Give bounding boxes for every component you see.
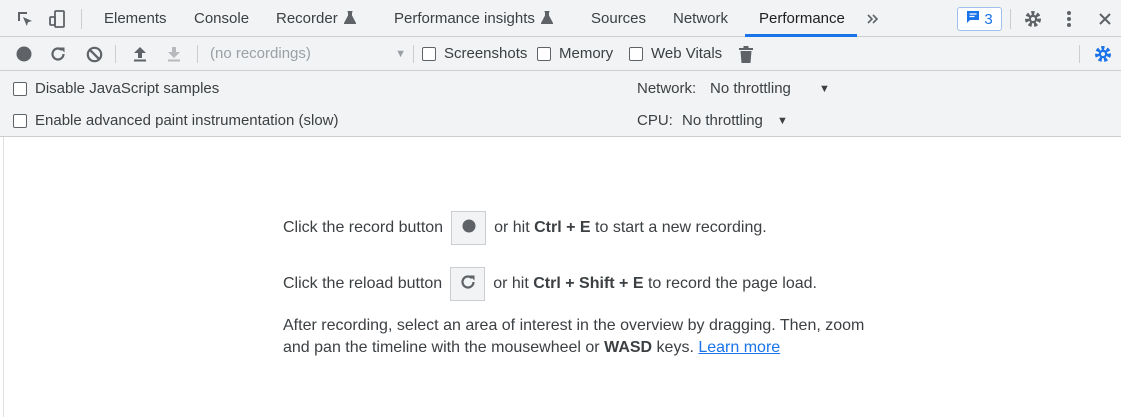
divider: [1079, 45, 1080, 63]
tab-elements[interactable]: Elements: [104, 0, 167, 37]
experiment-flask-icon: [343, 1, 356, 39]
message-icon: [966, 10, 980, 28]
checkbox-box[interactable]: [537, 46, 551, 61]
tab-performance[interactable]: Performance: [759, 0, 845, 37]
record-icon[interactable]: [13, 43, 35, 65]
issues-badge[interactable]: 3: [957, 7, 1002, 31]
network-throttle-label: Network:: [637, 80, 697, 97]
capture-settings-pane: Disable JavaScript samples Enable advanc…: [0, 71, 1121, 137]
cpu-throttle-label: CPU:: [637, 112, 673, 129]
recordings-select[interactable]: (no recordings) ▼: [210, 44, 406, 64]
network-throttle-select[interactable]: No throttling: [710, 80, 791, 97]
enable-paint-checkbox[interactable]: Enable advanced paint instrumentation (s…: [13, 112, 339, 129]
upload-icon[interactable]: [129, 43, 151, 65]
checkbox-box[interactable]: [13, 81, 27, 96]
issues-count: 3: [984, 10, 993, 28]
kebab-menu-icon[interactable]: [1058, 8, 1080, 30]
checkbox-box[interactable]: [422, 46, 436, 61]
checkbox-box[interactable]: [629, 46, 643, 61]
close-icon[interactable]: [1094, 8, 1116, 30]
tab-recorder[interactable]: Recorder: [276, 0, 356, 37]
divider: [115, 45, 116, 63]
download-icon[interactable]: [163, 43, 185, 65]
disable-js-samples-checkbox[interactable]: Disable JavaScript samples: [13, 80, 219, 97]
device-toolbar-icon[interactable]: [46, 8, 68, 30]
tab-sources[interactable]: Sources: [591, 0, 646, 37]
reload-button[interactable]: [450, 267, 486, 301]
recording-help-paragraph: After recording, select an area of inter…: [283, 317, 865, 356]
web-vitals-checkbox[interactable]: Web Vitals: [629, 45, 722, 62]
reload-instruction: Click the reload button or hit Ctrl + Sh…: [283, 267, 817, 301]
record-instruction: Click the record button or hit Ctrl + E …: [283, 211, 767, 245]
divider: [413, 45, 414, 63]
performance-toolbar: (no recordings) ▼ Screenshots Memory Web…: [0, 37, 1121, 71]
divider: [197, 45, 198, 63]
element-picker-icon[interactable]: [14, 8, 36, 30]
settings-gear-icon[interactable]: [1022, 8, 1044, 30]
reload-icon[interactable]: [47, 43, 69, 65]
clear-icon[interactable]: [83, 43, 105, 65]
divider: [1010, 9, 1011, 29]
tab-performance-insights[interactable]: Performance insights: [394, 0, 553, 37]
performance-landing-page: Click the record button or hit Ctrl + E …: [3, 137, 1121, 417]
cpu-throttle-select[interactable]: No throttling: [682, 112, 763, 129]
record-icon: [462, 219, 476, 238]
experiment-flask-icon: [540, 1, 553, 39]
tab-console[interactable]: Console: [194, 0, 249, 37]
checkbox-box[interactable]: [13, 113, 27, 128]
devtools-tab-bar: Elements Console Recorder Performance in…: [0, 0, 1121, 37]
dropdown-arrow-icon: ▼: [395, 48, 406, 60]
divider: [81, 9, 82, 29]
trash-icon[interactable]: [735, 43, 757, 65]
screenshots-checkbox[interactable]: Screenshots: [422, 45, 527, 62]
learn-more-link[interactable]: Learn more: [698, 339, 780, 356]
dropdown-arrow-icon[interactable]: ▼: [819, 83, 830, 95]
record-button[interactable]: [451, 211, 487, 245]
capture-settings-gear-icon[interactable]: [1092, 43, 1114, 65]
memory-checkbox[interactable]: Memory: [537, 45, 613, 62]
more-tabs-chevron-icon[interactable]: [862, 8, 884, 30]
reload-icon: [460, 274, 476, 295]
dropdown-arrow-icon[interactable]: ▼: [777, 115, 788, 127]
tab-network[interactable]: Network: [673, 0, 728, 37]
